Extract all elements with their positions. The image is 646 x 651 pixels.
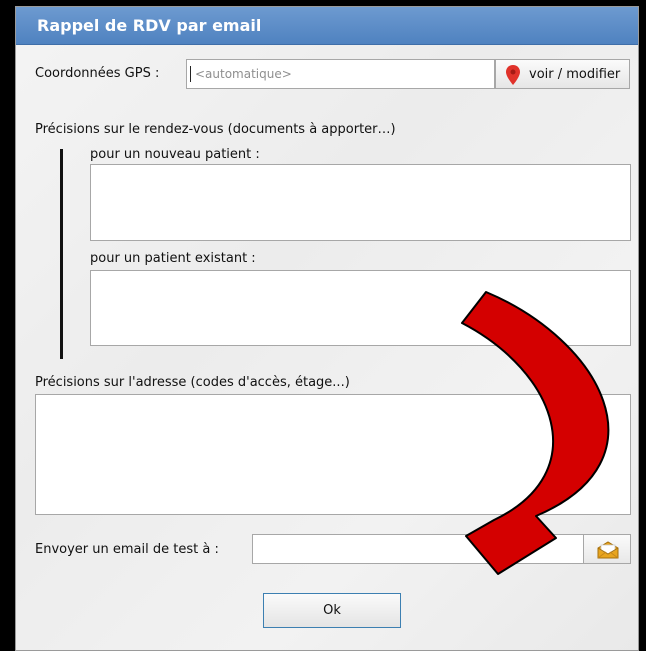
new-patient-textarea[interactable]: [90, 164, 631, 241]
gps-input[interactable]: [186, 59, 495, 89]
appointment-reminder-dialog: Rappel de RDV par email Coordonnées GPS …: [15, 6, 639, 651]
new-patient-label: pour un nouveau patient :: [90, 147, 260, 162]
section-bracket-line: [60, 149, 63, 359]
gps-label: Coordonnées GPS :: [35, 66, 160, 81]
appointment-section-label: Précisions sur le rendez-vous (documents…: [35, 122, 396, 137]
title-bar: Rappel de RDV par email: [16, 7, 638, 45]
map-pin-icon: [506, 65, 520, 85]
address-label: Précisions sur l'adresse (codes d'accès,…: [35, 375, 350, 390]
address-textarea[interactable]: [35, 394, 631, 515]
dialog-title: Rappel de RDV par email: [37, 16, 262, 35]
text-cursor: [190, 66, 191, 82]
test-email-input[interactable]: [252, 534, 584, 564]
send-test-email-button[interactable]: [583, 534, 631, 564]
envelope-icon: [597, 541, 619, 559]
ok-button[interactable]: Ok: [263, 593, 401, 628]
existing-patient-label: pour un patient existant :: [90, 251, 256, 266]
view-edit-gps-label: voir / modifier: [529, 67, 621, 82]
view-edit-gps-button[interactable]: voir / modifier: [495, 59, 630, 89]
existing-patient-textarea[interactable]: [90, 270, 631, 346]
test-email-label: Envoyer un email de test à :: [35, 542, 219, 557]
